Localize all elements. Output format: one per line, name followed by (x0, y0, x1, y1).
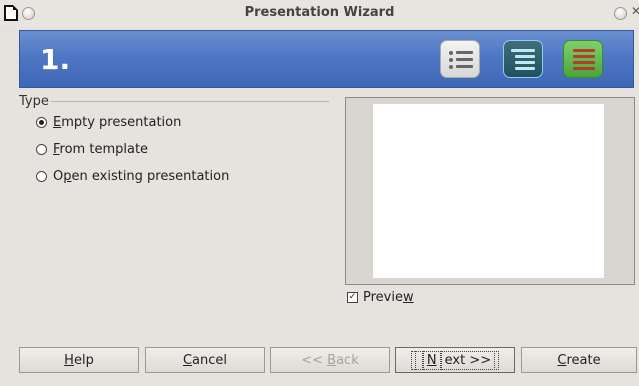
type-frame-line (49, 101, 329, 102)
next-button[interactable]: Next >> (395, 347, 515, 373)
preview-label: Preview (363, 290, 414, 305)
checkbox-indicator[interactable]: ✓ (347, 292, 358, 303)
wizard-banner: 1. (19, 30, 634, 88)
radio-open-existing-presentation[interactable]: Open existing presentation (36, 169, 229, 184)
radio-indicator[interactable] (36, 171, 47, 182)
radio-empty-presentation[interactable]: Empty presentation (36, 115, 181, 130)
back-button[interactable]: << Back (270, 347, 390, 373)
radio-indicator[interactable] (36, 117, 47, 128)
notes-icon (563, 40, 603, 78)
preview-canvas (373, 104, 604, 278)
cancel-button[interactable]: Cancel (145, 347, 265, 373)
option-label: Open existing presentation (53, 169, 230, 184)
option-label: From template (53, 142, 149, 157)
create-button[interactable]: Create (521, 347, 637, 373)
radio-indicator[interactable] (36, 144, 47, 155)
next-focus-ring: Next >> (410, 351, 500, 370)
preview-checkbox[interactable]: ✓ Preview (347, 290, 414, 305)
window-title: Presentation Wizard (244, 5, 395, 20)
option-label: Empty presentation (53, 115, 182, 130)
list-icon (440, 40, 480, 78)
shade-button[interactable] (614, 7, 627, 20)
step-number: 1. (40, 43, 71, 76)
radio-from-template[interactable]: From template (36, 142, 148, 157)
close-icon[interactable]: ✕ (631, 4, 639, 18)
help-button[interactable]: Help (19, 347, 139, 373)
title-bar: Presentation Wizard ✕ (0, 0, 639, 27)
type-frame-label: Type (19, 94, 51, 109)
outline-icon (503, 40, 543, 78)
